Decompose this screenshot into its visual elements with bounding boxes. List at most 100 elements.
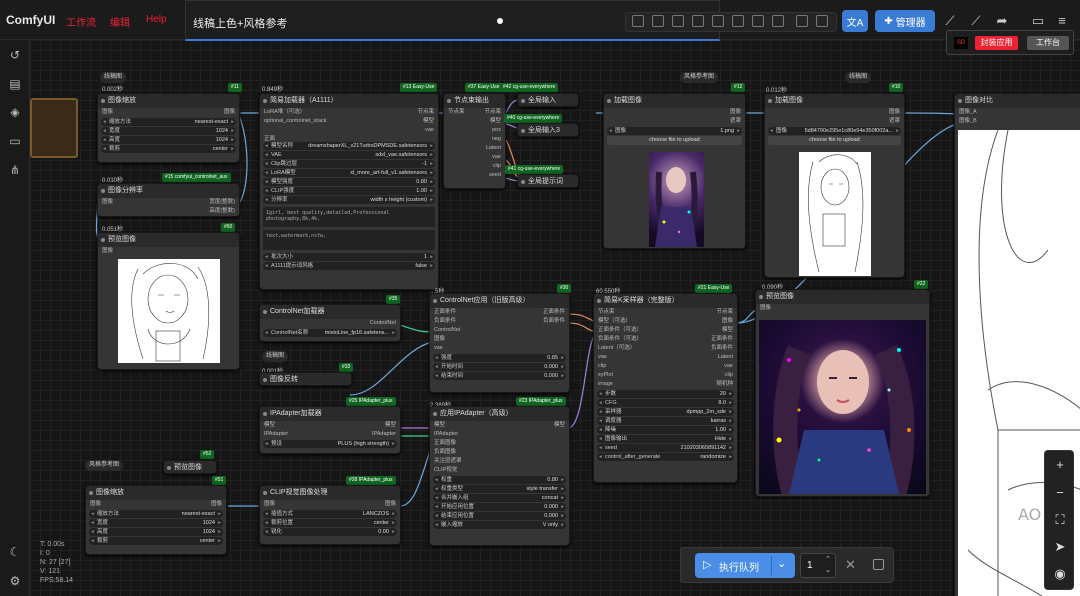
widget[interactable]: VAEsdxl_vae.safetensors [263, 151, 435, 159]
widget[interactable]: 批次大小1 [263, 253, 435, 261]
widget[interactable]: 分辨率width x height (custom) [263, 196, 435, 204]
grid-icon[interactable] [816, 15, 828, 27]
widget[interactable]: 开始时间0.000 [433, 363, 566, 371]
tree-icon[interactable]: ⋔ [8, 163, 22, 177]
align-center-icon[interactable] [652, 15, 664, 27]
align-top-icon[interactable] [692, 15, 704, 27]
brush-icon[interactable]: ⟋ [966, 12, 986, 30]
widget[interactable]: 嵌入缩放V only [433, 521, 566, 529]
widget[interactable]: 裁剪位置center [263, 519, 397, 527]
stop-icon[interactable] [873, 559, 884, 570]
widget[interactable]: seed210203065891142 [597, 444, 734, 452]
pointer-icon[interactable]: ➤ [1053, 540, 1067, 554]
cube-icon[interactable]: ◈ [8, 105, 22, 119]
widget[interactable]: 高度1024 [101, 136, 236, 144]
menu-help[interactable]: Help [146, 14, 167, 25]
menu-workflow[interactable]: 工作流 [66, 14, 96, 29]
widget[interactable]: CLIP强度1.00 [263, 187, 435, 195]
queue-button[interactable]: ▷ 执行队列 ⌄ [695, 553, 795, 578]
lineart-icon[interactable]: ⟋ [940, 12, 960, 30]
translate-icon[interactable]: 文A [842, 10, 868, 32]
load-image-style-node[interactable]: 加载图像 图像 遮罩 图像1.png choose file to upload [603, 93, 746, 249]
history-icon[interactable]: ↺ [8, 48, 22, 62]
image-resize-node-2[interactable]: 图像缩放 图像图像 缩放方法nearest-exact 宽度1024 高度102… [85, 485, 227, 555]
pipe-out-node[interactable]: 节点束输出 节点束 节点束 模型 pos neg Latent vae clip … [443, 93, 506, 189]
share-icon[interactable]: ➦ [992, 12, 1012, 30]
zoom-in-icon[interactable]: + [1053, 458, 1067, 472]
controlnet-loader-node[interactable]: ControlNet加载器 ControlNet ControlNet名称mis… [259, 304, 401, 342]
preview-style-node[interactable]: 预览图像 [163, 460, 217, 474]
positive-prompt[interactable]: 1girl, best quality,detailed,Professiona… [263, 207, 435, 227]
widget[interactable]: 宽度1024 [101, 127, 236, 135]
comfyui-canvas[interactable]: ComfyUI 工作流 编辑 Help 线稿上色+风格参考 文A ✚ 管理器 ⟋… [0, 0, 1080, 596]
ipadapter-loader-node[interactable]: IPAdapter加载器 模型模型 IPAdapterIPAdapter 预设P… [259, 406, 401, 454]
panel-icon[interactable]: ▭ [1028, 12, 1048, 30]
easy-a1111-loader-node[interactable]: 简易加载器（A1111） LoRA堆（可选） 节点束 optional_contr… [259, 93, 439, 290]
load-image-lineart-node[interactable]: 加载图像 图像 遮罩 图像5d84790e295e1c80e94e350f002… [764, 93, 905, 278]
widget[interactable]: 图像输出Hide [597, 435, 734, 443]
controlnet-apply-node[interactable]: ControlNet应用（旧版高级） 正面条件 正面条件 负面条件 负面条件 Con… [429, 293, 570, 393]
align-left-icon[interactable] [632, 15, 644, 27]
zoom-out-icon[interactable]: − [1053, 486, 1067, 500]
ipadapter-apply-node[interactable]: 应用IPAdapter（高级） 模型 模型 IPAdapter 正面图像 负面图像… [429, 406, 570, 546]
image-resize-node[interactable]: 图像缩放 图像图像 缩放方法nearest-exact 宽度1024 高度102… [97, 93, 240, 163]
widget[interactable]: 开始应用位置0.000 [433, 503, 566, 511]
menu-edit[interactable]: 编辑 [110, 14, 130, 29]
distribute-h-icon[interactable] [752, 15, 764, 27]
manager-button[interactable]: ✚ 管理器 [875, 10, 935, 32]
anything-everywhere3-node[interactable]: 全局输入3 [517, 123, 579, 137]
upload-button[interactable]: choose file to upload [768, 136, 901, 145]
decrement-icon[interactable]: ⌄ [825, 566, 831, 574]
fit-view-icon[interactable]: ⛶ [1053, 513, 1067, 527]
widget[interactable]: A1111提示词风格false [263, 262, 435, 270]
widget[interactable]: 图像5d84790e295e1c80e94e350f002a... [768, 127, 901, 135]
image-invert-node[interactable]: 图像反转 [259, 372, 352, 386]
widget[interactable]: 缩放方法nearest-exact [101, 118, 236, 126]
widget[interactable]: 结束应用位置0.000 [433, 512, 566, 520]
widget[interactable]: 预设PLUS (high strength) [263, 440, 397, 448]
widget[interactable]: 锐化0.00 [263, 528, 397, 536]
widget[interactable]: 宽度1024 [89, 519, 223, 527]
folder-icon[interactable]: ▭ [8, 134, 22, 148]
upload-button[interactable]: choose file to upload [607, 136, 742, 145]
align-right-icon[interactable] [672, 15, 684, 27]
widget[interactable]: 采样器dpmpp_2m_sde [597, 408, 734, 416]
widget[interactable]: 模型强度0.80 [263, 178, 435, 186]
widget[interactable]: control_after_generaterandomize [597, 453, 734, 461]
prompts-everywhere-node[interactable]: 全局提示词 [517, 174, 579, 188]
widget[interactable]: 降噪1.00 [597, 426, 734, 434]
menu-icon[interactable]: ≡ [1052, 12, 1072, 30]
widget[interactable]: 插值方式LANCZOS [263, 510, 397, 518]
widget[interactable]: 调度器karras [597, 417, 734, 425]
widget[interactable]: 图像1.png [607, 127, 742, 135]
theme-icon[interactable]: ☾ [8, 545, 22, 559]
widget[interactable]: ControlNet名称mistoLine_fp16.safetens... [263, 329, 397, 337]
visibility-icon[interactable]: ◉ [1053, 567, 1067, 581]
workbench-button[interactable]: 工作台 [1027, 36, 1069, 50]
widget[interactable]: 模型名称dreamshaperXL_v21TurboDPMSDE.safeten… [263, 142, 435, 150]
cancel-icon[interactable]: ✕ [845, 557, 856, 573]
widget[interactable]: 裁剪center [101, 145, 236, 153]
increment-icon[interactable]: ⌃ [825, 555, 831, 563]
widget[interactable]: 权重0.80 [433, 476, 566, 484]
align-middle-icon[interactable] [712, 15, 724, 27]
distribute-v-icon[interactable] [772, 15, 784, 27]
widget[interactable]: 合并嵌入组concat [433, 494, 566, 502]
settings-icon[interactable]: ⚙ [8, 574, 22, 588]
app-wrap-button[interactable]: 封装应用 [975, 36, 1018, 50]
size-icon[interactable] [796, 15, 808, 27]
image-resolution-node[interactable]: 图像分辨率 图像 宽度(整数) 高度(整数) [97, 183, 240, 217]
widget[interactable]: 结束时间0.000 [433, 372, 566, 380]
widget[interactable]: 高度1024 [89, 528, 223, 536]
widget[interactable]: 步数20 [597, 390, 734, 398]
batch-count-input[interactable]: 1 ⌃ ⌄ [800, 553, 836, 578]
preview-output-node[interactable]: 预览图像 图像 [755, 289, 930, 497]
anything-everywhere-node[interactable]: 全局输入 [517, 93, 579, 107]
widget[interactable]: Clip跳过层-1 [263, 160, 435, 168]
queue-icon[interactable]: ▤ [8, 77, 22, 91]
widget[interactable]: 缩放方法nearest-exact [89, 510, 223, 518]
preview-image-node[interactable]: 预览图像 图像 [97, 232, 240, 370]
widget[interactable]: 权重类型style transfer [433, 485, 566, 493]
clip-vision-prep-node[interactable]: CLIP视觉图像处理 图像图像 插值方式LANCZOS 裁剪位置center 锐… [259, 485, 401, 545]
widget[interactable]: 裁剪center [89, 537, 223, 545]
